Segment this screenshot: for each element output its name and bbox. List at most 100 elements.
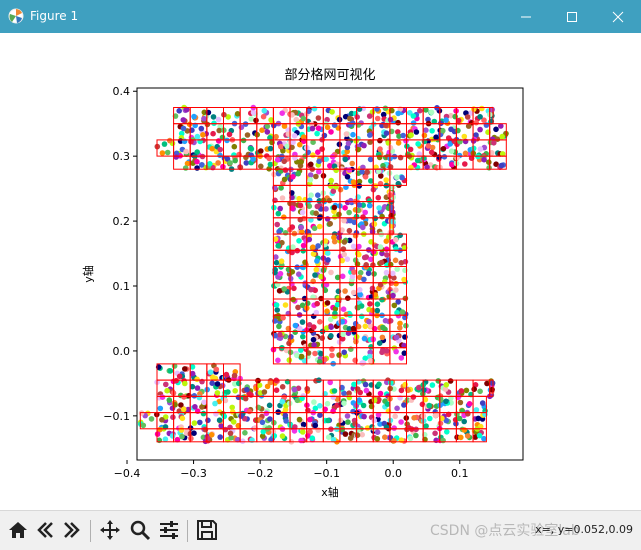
data-point bbox=[387, 417, 394, 424]
data-point bbox=[311, 399, 317, 405]
data-point bbox=[371, 271, 377, 277]
data-point bbox=[314, 130, 320, 137]
data-point bbox=[248, 392, 254, 398]
data-point bbox=[325, 257, 331, 263]
data-point bbox=[423, 127, 429, 133]
window-title: Figure 1 bbox=[30, 9, 79, 23]
data-point bbox=[248, 116, 254, 122]
data-point bbox=[391, 302, 398, 309]
data-point bbox=[479, 400, 486, 406]
data-point bbox=[362, 381, 369, 388]
close-button[interactable] bbox=[595, 0, 641, 33]
data-point bbox=[392, 257, 399, 264]
data-point bbox=[393, 334, 400, 341]
data-point bbox=[197, 419, 203, 426]
data-point bbox=[304, 300, 311, 307]
data-point bbox=[173, 154, 179, 160]
data-point bbox=[407, 435, 414, 442]
data-point bbox=[394, 405, 400, 412]
data-point bbox=[329, 109, 335, 115]
data-point bbox=[267, 145, 274, 152]
data-point bbox=[381, 279, 388, 285]
data-point bbox=[331, 388, 338, 394]
data-point bbox=[194, 165, 200, 171]
data-point bbox=[314, 300, 321, 307]
data-point bbox=[164, 387, 170, 394]
data-point bbox=[243, 154, 249, 161]
scatter-chart: −0.4 −0.3 −0.2 −0.1 0.0 0.1 −0.1 0.0 0.1 0.2 0.3 0.… bbox=[81, 67, 524, 499]
data-point bbox=[212, 400, 218, 407]
data-point bbox=[323, 156, 330, 162]
data-point bbox=[214, 381, 221, 387]
save-icon[interactable] bbox=[195, 518, 219, 542]
minimize-button[interactable] bbox=[503, 0, 549, 33]
data-point bbox=[181, 138, 188, 145]
data-point bbox=[191, 393, 198, 399]
data-point bbox=[432, 430, 438, 437]
pan-icon[interactable] bbox=[98, 518, 122, 542]
data-point bbox=[266, 402, 273, 409]
data-point bbox=[337, 417, 344, 424]
data-point bbox=[296, 238, 302, 244]
data-point bbox=[159, 417, 165, 423]
data-point bbox=[164, 149, 171, 156]
maximize-button[interactable] bbox=[549, 0, 595, 33]
data-point bbox=[343, 131, 350, 137]
configure-icon[interactable] bbox=[157, 518, 181, 542]
data-point bbox=[483, 122, 490, 128]
data-point bbox=[395, 119, 401, 126]
data-point bbox=[209, 145, 215, 152]
data-point bbox=[255, 377, 261, 384]
data-point bbox=[367, 132, 373, 138]
data-point bbox=[391, 425, 398, 431]
data-point bbox=[441, 154, 448, 160]
data-point bbox=[258, 163, 264, 170]
data-point bbox=[363, 387, 370, 394]
data-point bbox=[346, 167, 353, 173]
zoom-icon[interactable] bbox=[128, 518, 152, 542]
data-point bbox=[215, 160, 221, 166]
data-point bbox=[313, 210, 319, 217]
data-point bbox=[345, 295, 351, 302]
data-point bbox=[436, 154, 443, 160]
data-point bbox=[383, 238, 390, 244]
data-point bbox=[319, 146, 325, 152]
data-point bbox=[311, 105, 318, 112]
data-point bbox=[287, 275, 294, 282]
y-tick-label: 0.0 bbox=[113, 345, 131, 358]
data-point bbox=[470, 138, 477, 144]
home-icon[interactable] bbox=[6, 518, 30, 542]
data-point bbox=[205, 417, 211, 424]
data-point bbox=[355, 207, 361, 213]
data-point bbox=[398, 387, 405, 394]
figure-canvas[interactable]: −0.4 −0.3 −0.2 −0.1 0.0 0.1 −0.1 0.0 0.1 0.2 0.3 0.… bbox=[0, 33, 641, 510]
data-point bbox=[280, 315, 286, 321]
data-point bbox=[461, 427, 468, 433]
data-point bbox=[491, 140, 497, 146]
data-point bbox=[362, 323, 369, 330]
navigation-toolbar: CSDN @点云实验室lab x=, y=0.052,0.09 bbox=[0, 510, 641, 550]
data-point bbox=[324, 124, 331, 131]
data-point bbox=[346, 209, 352, 216]
data-point bbox=[341, 251, 348, 258]
data-point bbox=[350, 289, 357, 296]
data-point bbox=[162, 436, 169, 443]
data-point bbox=[215, 138, 222, 144]
forward-icon[interactable] bbox=[60, 518, 84, 542]
data-point bbox=[464, 433, 471, 439]
data-point bbox=[354, 261, 361, 267]
data-point bbox=[238, 413, 244, 419]
data-point bbox=[316, 223, 323, 230]
data-point bbox=[337, 186, 344, 193]
data-point bbox=[259, 419, 266, 426]
data-point bbox=[296, 416, 303, 423]
data-point bbox=[440, 146, 447, 152]
back-icon[interactable] bbox=[33, 518, 57, 542]
data-point bbox=[333, 184, 339, 190]
data-point bbox=[167, 368, 174, 374]
data-point bbox=[140, 422, 147, 429]
data-point bbox=[200, 410, 207, 417]
data-point bbox=[421, 132, 428, 139]
data-point bbox=[473, 119, 480, 126]
data-point bbox=[200, 132, 206, 138]
